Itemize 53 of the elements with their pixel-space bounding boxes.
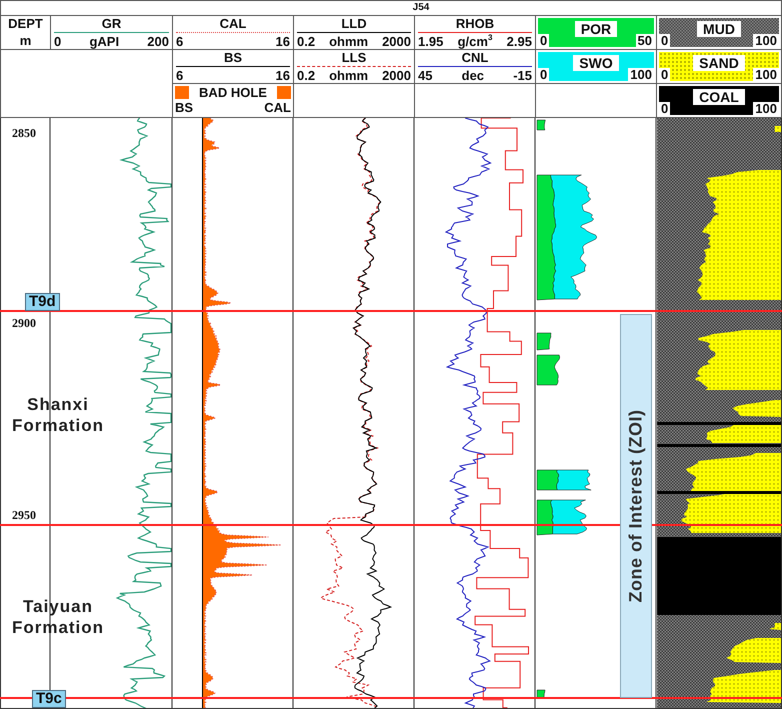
scale-min: BS (175, 100, 194, 115)
curve-name: GR (102, 17, 122, 31)
scale-min: 1.95 (418, 35, 444, 49)
scale-min: 0.2 (297, 69, 316, 83)
horizon-label: T9d (25, 293, 60, 311)
depth-label: 2900 (12, 316, 36, 330)
column-label: DEPT (8, 17, 43, 31)
scale-max: 16 (276, 35, 290, 49)
scale-max: 100 (753, 102, 779, 115)
depth-label: 2950 (12, 508, 36, 522)
legend-label: COAL (693, 89, 745, 105)
legend-label: POR (574, 21, 618, 37)
scale-min: 0 (659, 34, 670, 47)
scale-max: 50 (636, 34, 654, 47)
zone-label: Zone of Interest (ZOI) (626, 410, 646, 602)
curve-name: RHOB (456, 17, 494, 31)
scale-max: 100 (628, 68, 654, 81)
scale-unit: ohmm (329, 35, 368, 49)
scale-unit: dec (462, 69, 484, 83)
scale-max: CAL (264, 100, 291, 115)
legend-label: MUD (697, 21, 741, 37)
scale-max: 16 (276, 69, 290, 83)
unit-label: m (20, 34, 32, 48)
curve-name: CNL (462, 51, 488, 65)
scale-min: 0 (659, 102, 670, 115)
scale-max: -15 (513, 69, 532, 83)
chart-title: J54 (412, 2, 430, 13)
scale-min: 6 (176, 35, 184, 49)
legend-label: SAND (693, 55, 745, 71)
scale-min: 0 (54, 35, 62, 49)
curve-name: LLS (342, 51, 366, 65)
scale-min: 0 (659, 68, 670, 81)
legend-label: BAD HOLE (199, 85, 267, 100)
curve-name: LLD (341, 17, 367, 31)
scale-max: 100 (753, 68, 779, 81)
scale-max: 2000 (382, 69, 411, 83)
legend-label: SWO (573, 55, 619, 71)
scale-min: 0.2 (297, 35, 316, 49)
horizon-label: T9c (32, 690, 66, 708)
scale-max: 2.95 (506, 35, 532, 49)
scale-unit: g/cm$^{3}$ (458, 35, 492, 49)
scale-max: 200 (147, 35, 169, 49)
curve-name: BS (224, 51, 242, 65)
scale-min: 6 (176, 69, 184, 83)
curve-name: CAL (220, 17, 246, 31)
scale-unit: ohmm (329, 69, 368, 83)
scale-max: 100 (753, 34, 779, 47)
scale-min: 0 (538, 68, 550, 81)
scale-max: 2000 (382, 35, 411, 49)
scale-min: 0 (538, 34, 550, 47)
scale-unit: gAPI (89, 35, 120, 49)
scale-min: 45 (418, 69, 432, 83)
depth-label: 2850 (12, 126, 36, 140)
